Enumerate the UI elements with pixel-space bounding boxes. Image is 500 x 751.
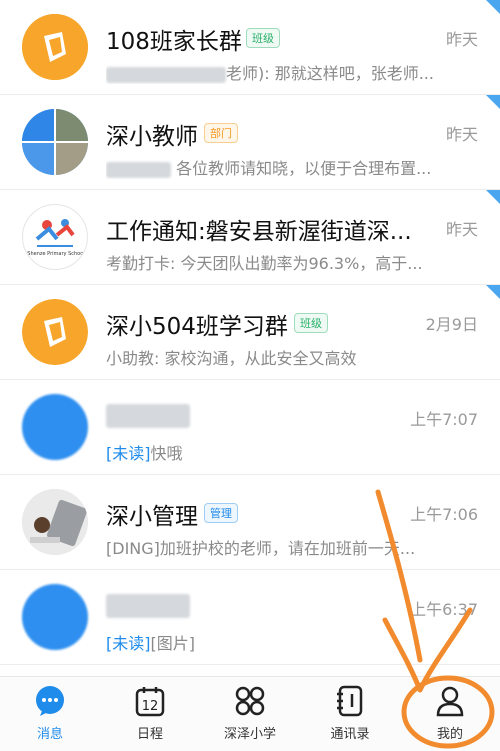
- unread-label: [未读]: [106, 444, 151, 463]
- nav-label: 我的: [436, 727, 463, 742]
- chat-title: 工作通知:磐安县新渥街道深...: [106, 219, 412, 245]
- blurred-title: [106, 404, 190, 428]
- chat-time: 上午6:37: [410, 600, 478, 619]
- chat-time: 昨天: [445, 30, 478, 49]
- pin-corner-icon: [486, 0, 500, 14]
- chat-row-work-notice[interactable]: Shenze Primary School 工作通知:磐安县新渥街道深... 昨…: [0, 190, 500, 285]
- book-logo-icon: [22, 14, 88, 80]
- chat-title: 深小管理: [106, 504, 198, 530]
- logo-caption: Shenze Primary School: [27, 251, 85, 257]
- chat-title: 深小教师: [106, 124, 198, 150]
- chat-time: 2月9日: [425, 315, 478, 334]
- contacts-book-icon: [337, 685, 363, 717]
- chat-preview: 老师): 那就这样吧，张老师...: [106, 60, 456, 84]
- chat-time: 上午7:07: [410, 410, 478, 429]
- chat-title: 108班家长群: [106, 29, 242, 55]
- photo-grid-avatar-icon: [22, 109, 88, 175]
- nav-label: 深泽小学: [223, 727, 276, 742]
- tag-badge: 班级: [246, 28, 280, 48]
- group-avatar: [22, 299, 88, 365]
- school-logo-avatar: Shenze Primary School: [22, 204, 88, 270]
- book-logo-icon: [22, 299, 88, 365]
- grid-apps-icon: [235, 686, 265, 716]
- chat-list: 108班家长群 班级 昨天 老师): 那就这样吧，张老师... 深小教师 部门 …: [0, 0, 500, 676]
- school-logo-icon: [35, 219, 75, 247]
- group-avatar: [22, 14, 88, 80]
- chat-row-504-study[interactable]: 深小504班学习群 班级 2月9日 小助教: 家校沟通，从此安全又高效: [0, 285, 500, 380]
- unread-label: [未读]: [106, 634, 151, 653]
- chat-time: 昨天: [445, 220, 478, 239]
- pin-corner-icon: [486, 190, 500, 204]
- chat-preview: [未读]快哦: [106, 444, 183, 463]
- chat-preview: 小助教: 家校沟通，从此安全又高效: [106, 349, 357, 368]
- nav-tab-mine[interactable]: 我的: [400, 677, 500, 751]
- blurred-title: [106, 594, 190, 618]
- tag-badge: 管理: [204, 503, 238, 523]
- pin-corner-icon: [486, 95, 500, 109]
- user-avatar: [22, 584, 88, 650]
- chat-preview: [未读][图片]: [106, 634, 195, 653]
- chat-row-management[interactable]: 深小管理 管理 上午7:06 [DING]加班护校的老师，请在加班前一天...: [0, 475, 500, 570]
- group-avatar: [22, 109, 88, 175]
- calendar-icon: 12: [135, 687, 165, 717]
- nav-label: 通讯录: [330, 727, 370, 742]
- chat-preview: [DING]加班护校的老师，请在加班前一天...: [106, 539, 416, 558]
- chat-row-108-parents[interactable]: 108班家长群 班级 昨天 老师): 那就这样吧，张老师...: [0, 0, 500, 95]
- pin-corner-icon: [486, 285, 500, 299]
- blurred-sender: [106, 66, 226, 83]
- chat-row-teachers[interactable]: 深小教师 部门 昨天 各位教师请知晓，以便于合理布置...: [0, 95, 500, 190]
- chat-preview: 考勤打卡: 今天团队出勤率为96.3%，高于...: [106, 254, 423, 273]
- nav-label: 消息: [36, 727, 63, 742]
- user-avatar: [22, 394, 88, 460]
- nav-label: 日程: [136, 727, 163, 742]
- blurred-sender: [106, 161, 171, 178]
- svg-text:12: 12: [142, 699, 159, 714]
- nav-tab-calendar[interactable]: 12 日程: [100, 677, 200, 751]
- chat-bubble-icon: [36, 686, 64, 716]
- chat-time: 昨天: [445, 125, 478, 144]
- nav-tab-school[interactable]: 深泽小学: [200, 677, 300, 751]
- tag-badge: 部门: [204, 123, 238, 143]
- bottom-nav: 消息 12 日程 深泽小学 通讯录 我的: [0, 676, 500, 751]
- nav-tab-messages[interactable]: 消息: [0, 677, 100, 751]
- chat-time: 上午7:06: [410, 505, 478, 524]
- desk-photo-icon: [22, 489, 88, 555]
- chat-preview: 各位教师请知晓，以便于合理布置...: [106, 155, 456, 179]
- chat-row-private-1[interactable]: 上午7:07 [未读]快哦: [0, 380, 500, 475]
- group-avatar: [22, 489, 88, 555]
- chat-row-private-2[interactable]: 上午6:37 [未读][图片]: [0, 570, 500, 665]
- chat-title: 深小504班学习群: [106, 314, 288, 340]
- person-icon: [436, 686, 464, 717]
- nav-tab-contacts[interactable]: 通讯录: [300, 677, 400, 751]
- tag-badge: 班级: [294, 313, 328, 333]
